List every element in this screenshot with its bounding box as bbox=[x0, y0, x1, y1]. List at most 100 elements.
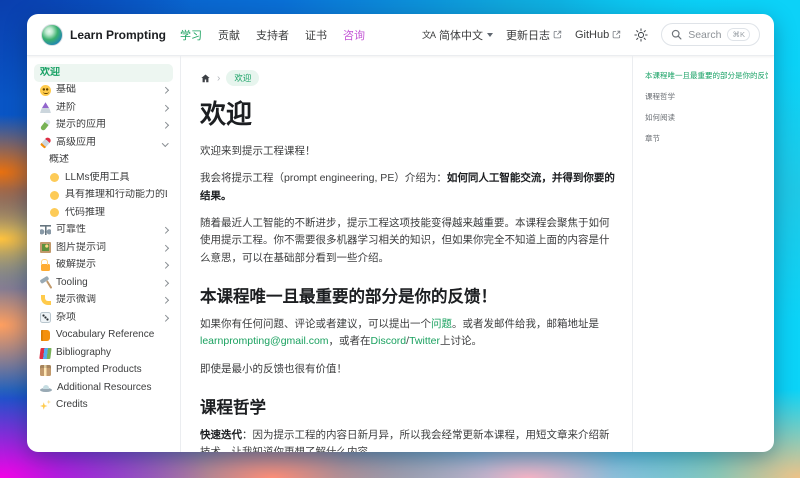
sidebar-item-basics[interactable]: 基础 bbox=[34, 82, 173, 100]
sidebar-item-tooling[interactable]: Tooling bbox=[34, 274, 173, 292]
sidebar-item-prompt-tuning[interactable]: 提示微调 bbox=[34, 292, 173, 310]
sidebar-item-llms-reason-act[interactable]: 具有推理和行动能力的LLMs bbox=[43, 187, 173, 205]
sidebar-item-additional-resources[interactable]: Additional Resources bbox=[34, 379, 173, 397]
hammer-icon bbox=[40, 277, 51, 288]
toc-item-feedback[interactable]: 本课程唯一且最重要的部分是你的反馈! bbox=[645, 70, 768, 81]
sidebar-item-image-prompting[interactable]: 图片提示词 bbox=[34, 239, 173, 257]
rocket-icon bbox=[39, 136, 52, 149]
paragraph-feedback: 如果你有任何问题、评论或者建议，可以提出一个问题。或者发邮件给我，邮箱地址是le… bbox=[200, 317, 599, 348]
table-of-contents: 本课程唯一且最重要的部分是你的反馈! 课程哲学 如何阅读 章节 bbox=[632, 56, 774, 452]
sparkles-icon bbox=[40, 400, 51, 411]
paragraph-small-feedback: 即使是最小的反馈也很有价值！ bbox=[200, 362, 347, 375]
chevron-right-icon[interactable] bbox=[161, 87, 168, 94]
site-window: Learn Prompting 学习 贡献 支持者 证书 咨询 文A 简体中文 … bbox=[27, 14, 774, 452]
framed-picture-icon bbox=[40, 242, 51, 254]
sidebar-item-overview[interactable]: 概述 bbox=[43, 152, 173, 170]
chevron-right-icon[interactable] bbox=[161, 297, 168, 304]
sidebar-group-advanced: 概述 LLMs使用工具 具有推理和行动能力的LLMs 代码推理 bbox=[34, 152, 173, 222]
sidebar-item-credits[interactable]: Credits bbox=[34, 397, 173, 415]
github-link[interactable]: GitHub bbox=[575, 29, 621, 41]
navbar-links: 学习 贡献 支持者 证书 咨询 bbox=[180, 27, 365, 43]
main-content: › 欢迎 欢迎 欢迎来到提示工程课程！ 我会将提示工程（prompt engin… bbox=[181, 56, 632, 452]
sidebar-item-code-reasoning[interactable]: 代码推理 bbox=[43, 204, 173, 222]
nav-link-contribute[interactable]: 贡献 bbox=[218, 27, 240, 43]
chevron-right-icon[interactable] bbox=[161, 279, 168, 286]
section-heading-feedback: 本课程唯一且最重要的部分是你的反馈！ bbox=[200, 287, 497, 306]
scales-icon bbox=[40, 224, 51, 236]
navbar-right: 文A 简体中文 更新日志 GitHub Search ⌘K bbox=[422, 23, 760, 46]
paragraph-intro: 欢迎来到提示工程课程！ bbox=[200, 145, 316, 157]
breadcrumb-home[interactable] bbox=[200, 73, 211, 84]
email-link[interactable]: learnprompting@gmail.com bbox=[200, 335, 329, 347]
search-placeholder: Search bbox=[688, 28, 722, 41]
sidebar-item-miscellaneous[interactable]: 杂项 bbox=[34, 309, 173, 327]
package-icon bbox=[40, 364, 51, 376]
search-input[interactable]: Search ⌘K bbox=[661, 23, 760, 46]
sidebar-item-advanced-applications[interactable]: 高级应用 bbox=[34, 134, 173, 152]
sidebar-item-bibliography[interactable]: Bibliography bbox=[34, 344, 173, 362]
locale-dropdown[interactable]: 文A 简体中文 bbox=[422, 27, 493, 43]
flexed-biceps-icon bbox=[40, 295, 51, 306]
breadcrumb-current[interactable]: 欢迎 bbox=[226, 70, 260, 86]
nav-link-certificate[interactable]: 证书 bbox=[305, 27, 327, 43]
chevron-right-icon[interactable] bbox=[161, 262, 168, 269]
locale-label: 简体中文 bbox=[438, 29, 483, 42]
learn-prompting-logo[interactable] bbox=[41, 23, 63, 46]
page-title: 欢迎 bbox=[200, 99, 253, 129]
yellow-circle-icon bbox=[50, 173, 59, 183]
chevron-right-icon[interactable] bbox=[161, 104, 168, 111]
search-icon bbox=[672, 29, 682, 40]
discord-link[interactable]: Discord bbox=[371, 335, 407, 347]
nav-link-consulting[interactable]: 咨询 bbox=[343, 27, 365, 43]
toc-item-chapters[interactable]: 章节 bbox=[645, 133, 768, 144]
nav-link-learn[interactable]: 学习 bbox=[180, 27, 202, 43]
flying-saucer-icon bbox=[40, 384, 52, 392]
yellow-circle-icon bbox=[50, 208, 59, 218]
chevron-right-icon[interactable] bbox=[161, 314, 168, 321]
translate-icon: 文A bbox=[421, 30, 436, 40]
sidebar-item-prompt-hacking[interactable]: 破解提示 bbox=[34, 257, 173, 275]
issue-link[interactable]: 问题 bbox=[431, 318, 452, 330]
paragraph-fast-iteration: 快速迭代：因为提示工程的内容日新月异，所以我会经常更新本课程，用短文章来介绍新技… bbox=[200, 428, 610, 452]
sun-icon bbox=[634, 27, 648, 42]
twitter-link[interactable]: Twitter bbox=[409, 335, 440, 347]
sidebar-item-intermediate[interactable]: 进阶 bbox=[34, 99, 173, 117]
sidebar-item-llms-using-tools[interactable]: LLMs使用工具 bbox=[43, 169, 173, 187]
sidebar-item-reliability[interactable]: 可靠性 bbox=[34, 222, 173, 240]
theme-toggle[interactable] bbox=[634, 27, 648, 42]
wizard-icon bbox=[40, 102, 51, 114]
github-label: GitHub bbox=[574, 28, 610, 41]
open-lock-icon bbox=[41, 259, 50, 271]
orange-book-icon bbox=[40, 329, 51, 341]
external-link-icon bbox=[553, 30, 562, 39]
paragraph-importance: 随着最近人工智能的不断进步，提示工程这项技能变得越来越重要。本课程会聚焦于如何使… bbox=[200, 216, 610, 264]
books-icon bbox=[39, 347, 52, 359]
brand-title[interactable]: Learn Prompting bbox=[70, 28, 166, 42]
changelog-label: 更新日志 bbox=[505, 29, 550, 42]
search-shortcut-badge: ⌘K bbox=[727, 28, 750, 41]
home-icon bbox=[201, 73, 210, 82]
caret-down-icon bbox=[486, 33, 493, 37]
section-heading-philosophy: 课程哲学 bbox=[200, 398, 266, 417]
desktop-background: Learn Prompting 学习 贡献 支持者 证书 咨询 文A 简体中文 … bbox=[0, 0, 800, 478]
toc-item-how-to-read[interactable]: 如何阅读 bbox=[645, 112, 768, 123]
navbar: Learn Prompting 学习 贡献 支持者 证书 咨询 文A 简体中文 … bbox=[27, 14, 774, 56]
toc-item-philosophy[interactable]: 课程哲学 bbox=[645, 91, 768, 102]
chevron-right-icon[interactable] bbox=[161, 122, 168, 129]
smiley-icon bbox=[40, 84, 51, 96]
nav-link-supporters[interactable]: 支持者 bbox=[256, 27, 289, 43]
sidebar-item-vocabulary-reference[interactable]: Vocabulary Reference bbox=[34, 327, 173, 345]
sidebar-item-welcome[interactable]: 欢迎 bbox=[34, 64, 173, 82]
sidebar: 欢迎 基础 进阶 提示的应用 高级应用 概述 LLMs使用工具 具有推理和行动能… bbox=[27, 56, 181, 452]
test-tube-icon bbox=[39, 118, 52, 132]
chevron-right-icon[interactable] bbox=[161, 244, 168, 251]
chevron-down-icon[interactable] bbox=[161, 139, 168, 146]
external-link-icon bbox=[612, 30, 621, 39]
sidebar-item-prompted-products[interactable]: Prompted Products bbox=[34, 362, 173, 380]
sidebar-item-applied-prompting[interactable]: 提示的应用 bbox=[34, 117, 173, 135]
breadcrumb-separator: › bbox=[217, 72, 221, 84]
paragraph-definition: 我会将提示工程（prompt engineering, PE）介绍为：如何同人工… bbox=[200, 172, 615, 202]
chevron-right-icon[interactable] bbox=[161, 227, 168, 234]
changelog-link[interactable]: 更新日志 bbox=[506, 27, 562, 43]
die-icon bbox=[40, 312, 51, 324]
